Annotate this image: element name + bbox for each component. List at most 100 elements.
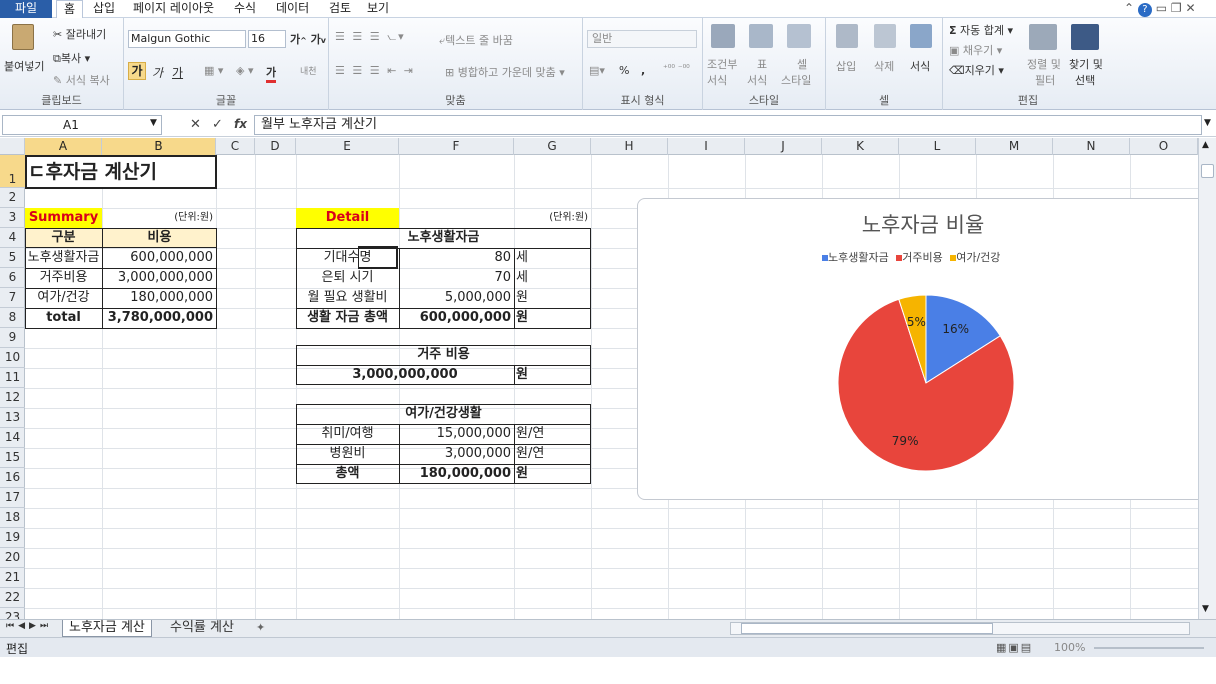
minimize-icon[interactable]: ▭ bbox=[1156, 1, 1167, 15]
column-header-o[interactable]: O bbox=[1130, 138, 1198, 155]
scroll-thumb[interactable] bbox=[1201, 164, 1214, 178]
scroll-down-icon[interactable]: ▼ bbox=[1202, 604, 1209, 614]
close-icon[interactable]: ✕ bbox=[1185, 1, 1195, 15]
row-header-23[interactable]: 23 bbox=[0, 608, 25, 624]
row-header-11[interactable]: 11 bbox=[0, 368, 25, 388]
copy-button[interactable]: ⧉복사 ▾ bbox=[53, 50, 90, 66]
menu-data[interactable]: 데이터 bbox=[269, 0, 316, 18]
binoculars-icon[interactable] bbox=[1071, 24, 1099, 50]
row-header-7[interactable]: 7 bbox=[0, 288, 25, 308]
column-header-d[interactable]: D bbox=[255, 138, 296, 155]
menu-file[interactable]: 파일 bbox=[0, 0, 52, 18]
wrap-text-button[interactable]: ⤶텍스트 줄 바꿈 bbox=[439, 32, 513, 48]
window-controls[interactable]: ⌃ ? ▭ ❐ ✕ bbox=[1124, 1, 1196, 17]
row-header-18[interactable]: 18 bbox=[0, 508, 25, 528]
column-header-e[interactable]: E bbox=[296, 138, 399, 155]
column-header-l[interactable]: L bbox=[899, 138, 976, 155]
menu-review[interactable]: 검토 bbox=[322, 0, 358, 18]
row-header-10[interactable]: 10 bbox=[0, 348, 25, 368]
help-icon[interactable]: ? bbox=[1137, 3, 1152, 17]
tab-return-calc[interactable]: 수익률 계산 bbox=[164, 620, 240, 637]
row-header-2[interactable]: 2 bbox=[0, 188, 25, 208]
cut-button[interactable]: ✂ 잘라내기 bbox=[53, 26, 106, 42]
name-box[interactable]: A1 bbox=[2, 115, 162, 135]
comma-button[interactable]: , bbox=[641, 64, 645, 77]
name-box-dropdown-icon[interactable]: ▼ bbox=[150, 118, 157, 128]
format-cells-icon[interactable] bbox=[910, 24, 932, 48]
format-painter-button[interactable]: ✎ 서식 복사 bbox=[53, 72, 110, 88]
percent-button[interactable]: % bbox=[619, 64, 629, 77]
row-header-9[interactable]: 9 bbox=[0, 328, 25, 348]
font-color-button[interactable]: 가 bbox=[266, 64, 277, 83]
fill-button[interactable]: ▣ 채우기 ▾ bbox=[949, 42, 1002, 58]
horizontal-align-icons[interactable]: ☰ ☰ ☰ ⇤ ⇥ bbox=[335, 64, 415, 77]
vertical-scrollbar[interactable]: ▲ ▼ bbox=[1198, 138, 1216, 619]
paste-icon[interactable] bbox=[12, 24, 34, 50]
column-header-a[interactable]: A bbox=[25, 138, 102, 155]
column-header-f[interactable]: F bbox=[399, 138, 514, 155]
phonetic-button[interactable]: 내천 bbox=[300, 64, 317, 77]
formula-input[interactable]: 월부 노후자금 계산기 bbox=[254, 115, 1202, 135]
column-header-b[interactable]: B bbox=[102, 138, 216, 155]
font-name-select[interactable]: Malgun Gothic bbox=[128, 30, 246, 48]
fill-color-icon[interactable]: ◈ ▾ bbox=[236, 64, 253, 77]
row-header-13[interactable]: 13 bbox=[0, 408, 25, 428]
h-scroll-thumb[interactable] bbox=[741, 623, 993, 634]
function-icon[interactable]: fx bbox=[234, 117, 247, 131]
menu-formula[interactable]: 수식 bbox=[227, 0, 263, 18]
column-header-i[interactable]: I bbox=[668, 138, 745, 155]
number-format-select[interactable]: 일반 bbox=[587, 30, 697, 48]
cell-style-icon[interactable] bbox=[787, 24, 811, 48]
select-all-corner[interactable] bbox=[0, 138, 25, 155]
tab-retirement-calc[interactable]: 노후자금 계산 bbox=[62, 620, 152, 637]
row-header-6[interactable]: 6 bbox=[0, 268, 25, 288]
delete-cells-icon[interactable] bbox=[874, 24, 896, 48]
table-format-icon[interactable] bbox=[749, 24, 773, 48]
expand-formula-icon[interactable]: ▼ bbox=[1204, 118, 1211, 128]
row-header-19[interactable]: 19 bbox=[0, 528, 25, 548]
decimal-icons[interactable]: ⁺⁰⁰ ⁻⁰⁰ bbox=[663, 64, 690, 74]
row-header-14[interactable]: 14 bbox=[0, 428, 25, 448]
autosum-button[interactable]: Σ 자동 합계 ▾ bbox=[949, 22, 1013, 38]
tab-nav-arrows-icon[interactable]: ⏮◀▶⏭ bbox=[6, 621, 52, 631]
zoom-slider[interactable] bbox=[1094, 647, 1204, 649]
grow-font-button[interactable]: 가^ 가v bbox=[290, 31, 326, 47]
column-header-h[interactable]: H bbox=[591, 138, 668, 155]
column-header-c[interactable]: C bbox=[216, 138, 255, 155]
row-header-4[interactable]: 4 bbox=[0, 228, 25, 248]
menu-page-layout[interactable]: 페이지 레이아웃 bbox=[126, 0, 221, 18]
vertical-align-icons[interactable]: ☰ ☰ ☰ ⦦▾ bbox=[335, 30, 406, 44]
italic-button[interactable]: 가 bbox=[152, 64, 163, 81]
row-header-21[interactable]: 21 bbox=[0, 568, 25, 588]
bold-button[interactable]: 가 bbox=[128, 62, 146, 80]
conditional-format-icon[interactable] bbox=[711, 24, 735, 48]
row-header-15[interactable]: 15 bbox=[0, 448, 25, 468]
sort-filter-icon[interactable] bbox=[1029, 24, 1057, 50]
font-size-select[interactable]: 16 bbox=[248, 30, 286, 48]
row-header-3[interactable]: 3 bbox=[0, 208, 25, 228]
cancel-icon[interactable]: ✕ bbox=[190, 117, 201, 132]
insert-cells-icon[interactable] bbox=[836, 24, 858, 48]
enter-icon[interactable]: ✓ bbox=[212, 117, 223, 132]
menu-view[interactable]: 보기 bbox=[360, 0, 396, 18]
zoom-level[interactable]: 100% bbox=[1054, 641, 1085, 654]
row-header-20[interactable]: 20 bbox=[0, 548, 25, 568]
view-mode-icons[interactable]: ▦▣▤ bbox=[996, 641, 1033, 654]
column-header-m[interactable]: M bbox=[976, 138, 1053, 155]
border-icon[interactable]: ▦ ▾ bbox=[204, 64, 223, 77]
column-header-g[interactable]: G bbox=[514, 138, 591, 155]
menu-home[interactable]: 홈 bbox=[56, 0, 84, 18]
column-header-j[interactable]: J bbox=[745, 138, 822, 155]
scroll-up-icon[interactable]: ▲ bbox=[1202, 140, 1209, 150]
ribbon-minimize-icon[interactable]: ⌃ bbox=[1124, 1, 1134, 15]
row-header-12[interactable]: 12 bbox=[0, 388, 25, 408]
paste-button[interactable]: 붙여넣기 bbox=[4, 58, 44, 74]
row-header-8[interactable]: 8 bbox=[0, 308, 25, 328]
restore-icon[interactable]: ❐ bbox=[1171, 1, 1182, 15]
row-header-17[interactable]: 17 bbox=[0, 488, 25, 508]
pie-chart[interactable]: 노후자금 비율 노후생활자금 거주비용 여가/건강 16% 79% 5% bbox=[637, 198, 1207, 500]
row-header-16[interactable]: 16 bbox=[0, 468, 25, 488]
row-header-5[interactable]: 5 bbox=[0, 248, 25, 268]
column-header-n[interactable]: N bbox=[1053, 138, 1130, 155]
underline-button[interactable]: 가 bbox=[172, 64, 183, 81]
